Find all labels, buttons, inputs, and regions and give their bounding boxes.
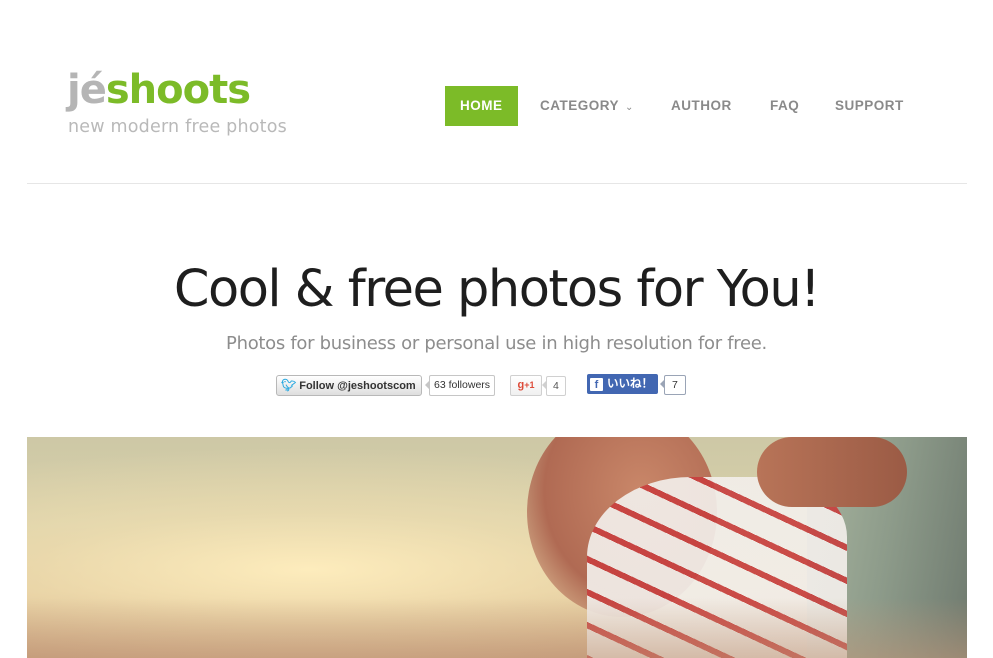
nav-item-category[interactable]: CATEGORY ⌄ bbox=[540, 86, 634, 126]
photo-haze bbox=[27, 598, 967, 658]
logo-part-shoots: shoots bbox=[105, 67, 251, 113]
twitter-follow-label: Follow @jeshootscom bbox=[299, 380, 416, 392]
hero-title: Cool & free photos for You! bbox=[173, 260, 821, 319]
hero-subtitle: Photos for business or personal use in h… bbox=[226, 333, 767, 354]
twitter-bird-icon: 🐦︎ bbox=[281, 378, 297, 392]
google-plus-count: 4 bbox=[546, 376, 566, 396]
nav-item-category-label: CATEGORY bbox=[540, 98, 620, 113]
chevron-down-icon: ⌄ bbox=[625, 102, 634, 113]
site-tagline: new modern free photos bbox=[68, 117, 287, 137]
site-logo[interactable]: jéshoots bbox=[67, 66, 251, 114]
nav-item-faq[interactable]: FAQ bbox=[770, 86, 799, 126]
google-plus-button[interactable]: g+1 bbox=[510, 375, 542, 396]
site-header: jéshoots new modern free photos HOME CAT… bbox=[0, 0, 993, 184]
nav-item-home[interactable]: HOME bbox=[445, 86, 518, 126]
hero-photo bbox=[27, 437, 967, 658]
facebook-like-count: 7 bbox=[664, 375, 686, 395]
twitter-follow-button[interactable]: 🐦︎ Follow @jeshootscom bbox=[276, 375, 422, 396]
facebook-f-icon: f bbox=[590, 378, 603, 391]
nav-item-support[interactable]: SUPPORT bbox=[835, 86, 904, 126]
google-plus-label: +1 bbox=[524, 380, 535, 390]
facebook-like-label: いいね！ bbox=[607, 378, 653, 390]
facebook-like-button[interactable]: f いいね！ bbox=[587, 374, 658, 394]
twitter-follower-count[interactable]: 63 followers bbox=[429, 375, 496, 396]
header-divider bbox=[27, 183, 967, 184]
photo-hand bbox=[757, 437, 907, 507]
nav-item-author[interactable]: AUTHOR bbox=[671, 86, 732, 126]
logo-part-je: jé bbox=[67, 67, 107, 113]
